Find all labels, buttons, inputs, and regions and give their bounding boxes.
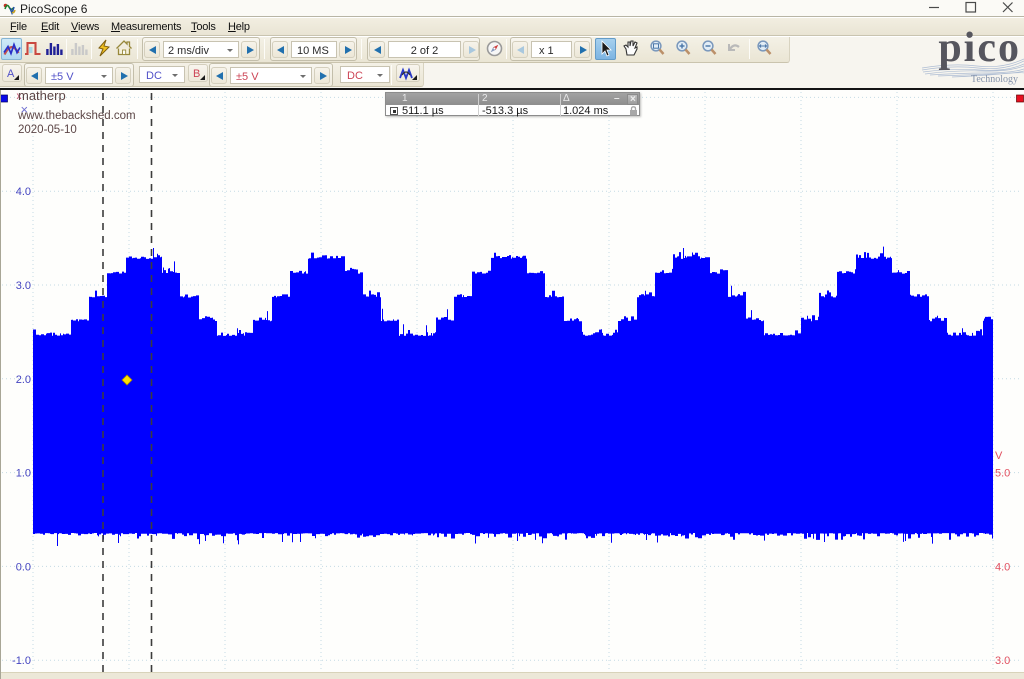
svg-text:1.0: 1.0 [16,468,31,480]
svg-text:3.0: 3.0 [995,655,1010,667]
svg-text:matherp: matherp [18,90,66,103]
svg-text:4.0: 4.0 [16,186,31,198]
svg-text:3.0: 3.0 [16,280,31,292]
svg-text:4.0: 4.0 [995,561,1010,573]
svg-text:2020-05-10: 2020-05-10 [18,124,77,136]
svg-text:V: V [995,450,1003,462]
svg-text:-1.0: -1.0 [12,655,31,667]
svg-text:2.0: 2.0 [16,374,31,386]
svg-text:0.0: 0.0 [16,561,31,573]
svg-text:5.0: 5.0 [995,468,1010,480]
svg-text:www.thebackshed.com: www.thebackshed.com [17,110,136,122]
